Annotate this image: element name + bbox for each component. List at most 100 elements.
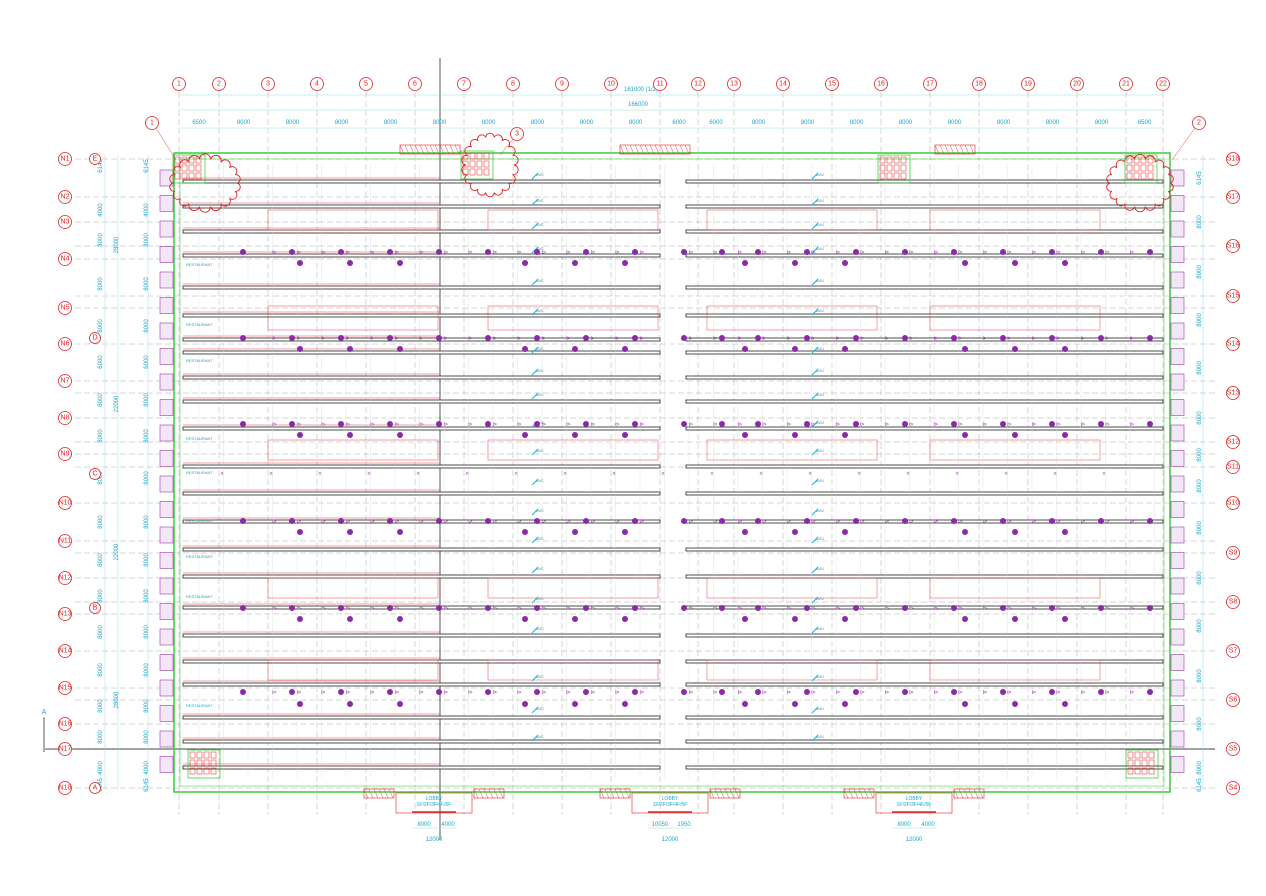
column-dot-0-4 [387, 249, 393, 255]
column-dot-b-0-7 [792, 260, 798, 266]
aisle-zone-5 [267, 305, 439, 331]
x-mark: × [857, 471, 861, 477]
core-cell-3 [879, 172, 886, 180]
fixture-mark: ⊳ [1081, 518, 1086, 525]
dock-door-right-17 [1170, 577, 1185, 595]
fixture-mark: ⊳ [272, 605, 277, 612]
aisle-zone-10 [487, 439, 659, 461]
top-axis-label-2: 2 [217, 81, 221, 88]
column-dot-4-7 [534, 605, 540, 611]
column-dot-b-2-9 [962, 432, 968, 438]
column-dot-4-20 [1147, 605, 1153, 611]
bottom-dim-a-1: 8000 [417, 822, 431, 828]
column-dot-1-8 [583, 335, 589, 341]
top-axis-label-22: 22 [1159, 81, 1167, 88]
column-dot-2-4 [387, 421, 393, 427]
rack-row-left-23 [182, 765, 661, 770]
column-dot-2-13 [804, 421, 810, 427]
fixture-mark: ⊳ [566, 689, 571, 696]
fixture-mark: ⊳ [370, 689, 375, 696]
right-span-dim-3: 8000 [1197, 265, 1203, 279]
dock-door-right-10 [1170, 399, 1185, 416]
rack-row-left-19 [182, 659, 661, 664]
aisle-zone-7 [706, 305, 878, 331]
column-dot-b-2-4 [572, 432, 578, 438]
aisle-zone-2 [487, 209, 659, 231]
zone-label-3: RESTAURANT [186, 358, 213, 363]
column-dot-b-5-8 [842, 701, 848, 707]
fixture-mark: ⊳ [566, 335, 571, 342]
fixture-mark: ⊳ [958, 605, 963, 612]
left-span-dim-inner-3: 8000 [144, 233, 150, 247]
callout-leader-2 [1171, 127, 1196, 161]
column-dot-b-5-9 [962, 701, 968, 707]
core-cell-2 [1133, 172, 1140, 180]
zone-label-4: RESTAURANT [186, 436, 213, 441]
core-cell-3 [900, 172, 907, 180]
column-dot-2-11 [719, 421, 725, 427]
core-cell-1 [483, 168, 490, 176]
fixture-mark: ⊳ [983, 335, 988, 342]
dock-door-right-13 [1170, 475, 1185, 493]
fixture-mark: ⊳ [1032, 335, 1037, 342]
column-dot-0-10 [681, 249, 687, 255]
core-cell-5 [1148, 751, 1155, 759]
lobby-sub-3: 1F/2F/3F/4F/5F [897, 802, 932, 808]
fixture-mark: ⊳ [983, 421, 988, 428]
right-axis-label-S13: S13 [1227, 390, 1240, 397]
column-dot-1-11 [719, 335, 725, 341]
column-dot-1-20 [1147, 335, 1153, 341]
column-dot-5-16 [951, 689, 957, 695]
fixture-mark: ⊳ [909, 518, 914, 525]
rack-row-right-22 [685, 739, 1164, 744]
fixture-mark: ⊳ [1105, 249, 1110, 256]
dock-door-right-14 [1170, 501, 1185, 518]
core-cell-2 [1147, 156, 1154, 164]
fixture-mark: ⊳ [395, 689, 400, 696]
column-dot-b-4-7 [792, 616, 798, 622]
column-dot-b-3-6 [742, 529, 748, 535]
x-mark: × [465, 471, 469, 477]
fixture-mark: ⊳ [566, 518, 571, 525]
dock-door-left-4 [159, 246, 174, 263]
core-cell-0 [174, 164, 181, 172]
lobby-ramp-hatch [958, 788, 964, 799]
rack-rows: AVCAVCAVCAVCAVCAVCAVCAVCAVCAVCAVCAVCAVCA… [182, 165, 1164, 778]
column-dot-b-0-1 [347, 260, 353, 266]
interior-wall [179, 158, 1165, 787]
top-span-dim-8: 8000 [531, 120, 545, 126]
rack-row-left-1 [182, 179, 661, 184]
fixture-mark: ⊳ [566, 605, 571, 612]
top-span-dim-4: 8000 [335, 120, 349, 126]
fixture-mark: ⊳ [321, 605, 326, 612]
left-span-dim-inner-13: 8000 [144, 625, 150, 639]
fixture-mark: ⊳ [542, 518, 547, 525]
lobby-ramp-hatch [734, 788, 740, 799]
column-dot-1-4 [387, 335, 393, 341]
column-dot-b-4-6 [742, 616, 748, 622]
fixture-mark: ⊳ [713, 605, 718, 612]
lobby-ramp-hatch [488, 788, 494, 799]
callout-leader-1 [155, 127, 177, 161]
fixture-mark: ⊳ [419, 518, 424, 525]
column-dot-b-5-11 [1062, 701, 1068, 707]
fixture-mark: ⊳ [346, 421, 351, 428]
lobby-ramp-hatch [483, 788, 489, 799]
dock-door-right-24 [1170, 756, 1185, 773]
left-span-dim-15: 8000 [98, 699, 104, 713]
fixture-mark: ⊳ [934, 605, 939, 612]
fixture-mark: ⊳ [640, 335, 645, 342]
rack-row-right-16 [685, 574, 1164, 579]
rack-row-right-8 [685, 350, 1164, 355]
fixture-mark: ⊳ [934, 689, 939, 696]
left-span-dim-inner-1: 6145 [144, 159, 150, 173]
dock-door-left-24 [159, 756, 174, 773]
right-span-dim-12: 8000 [1197, 669, 1203, 683]
fixture-mark: ⊳ [493, 518, 498, 525]
fixture-mark: ⊳ [370, 605, 375, 612]
column-dot-0-13 [804, 249, 810, 255]
fixture-mark: ⊳ [640, 249, 645, 256]
top-axis-label-15: 15 [828, 81, 836, 88]
column-dot-b-0-5 [622, 260, 628, 266]
column-dot-4-14 [853, 605, 859, 611]
